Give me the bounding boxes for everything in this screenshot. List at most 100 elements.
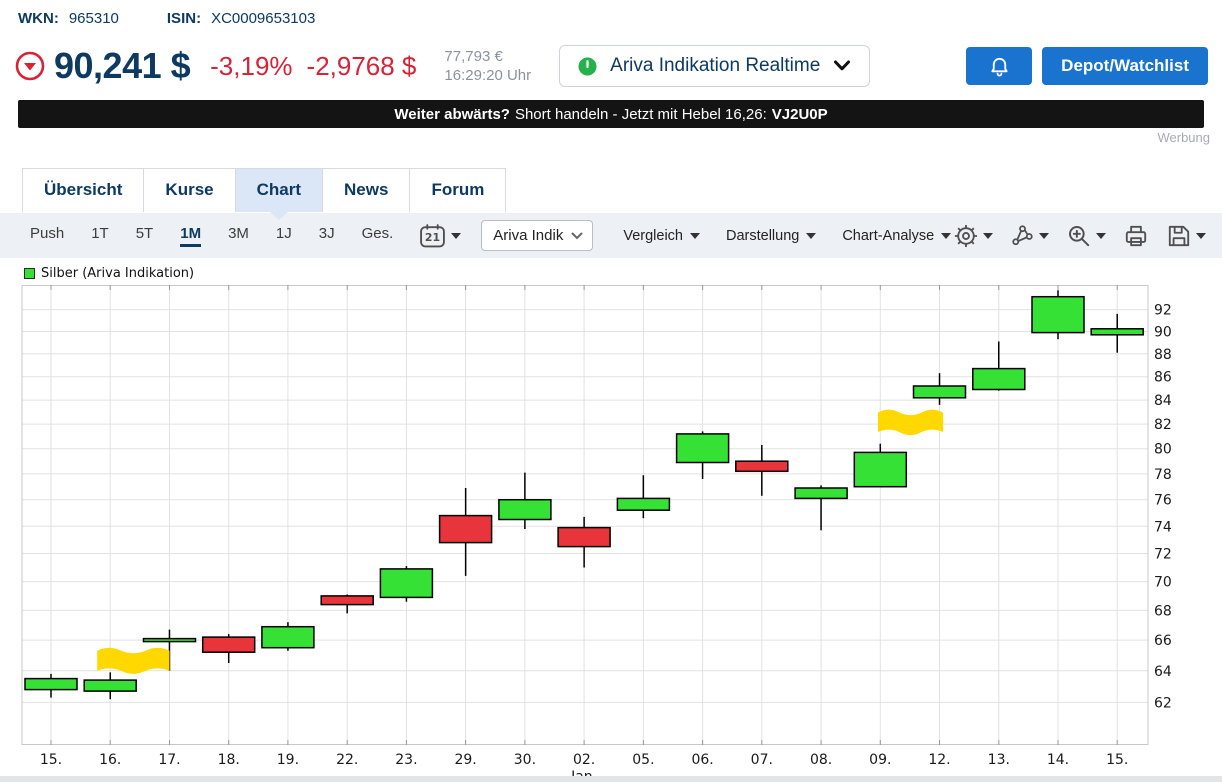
range-push[interactable]: Push — [30, 225, 64, 247]
zoom-in-icon — [1066, 223, 1092, 249]
quote-time: 16:29:20 Uhr — [444, 66, 531, 85]
svg-text:13.: 13. — [988, 752, 1010, 768]
svg-text:70: 70 — [1154, 575, 1172, 591]
svg-text:78: 78 — [1154, 467, 1172, 483]
ad-code: VJ2U0P — [772, 106, 828, 123]
zoom-button[interactable] — [1066, 223, 1106, 249]
svg-text:22.: 22. — [336, 752, 358, 768]
range-1t[interactable]: 1T — [91, 225, 109, 247]
chart-source-select[interactable]: Ariva Indik — [481, 220, 593, 251]
wkn-value: 965310 — [69, 10, 119, 27]
svg-text:30.: 30. — [514, 752, 536, 768]
tab-forum[interactable]: Forum — [409, 168, 506, 212]
dropdown-arrow-icon — [941, 233, 951, 239]
range-1m[interactable]: 1M — [180, 225, 201, 247]
page: WKN: 965310 ISIN: XC0009653103 90,241 $ … — [0, 0, 1222, 782]
wkn-label: WKN: — [18, 10, 59, 27]
quote-source-dropdown[interactable]: Ariva Indikation Realtime — [559, 45, 870, 87]
candle-15. — [25, 674, 77, 698]
chevron-down-icon — [833, 60, 851, 72]
main-tabs: Übersicht Kurse Chart News Forum — [22, 168, 506, 212]
dropdown-arrow-icon — [1096, 233, 1106, 239]
svg-text:84: 84 — [1154, 393, 1172, 409]
network-nodes-icon — [1010, 223, 1035, 248]
y-axis-labels: 62646668707274767880828486889092 — [1154, 303, 1172, 712]
print-button[interactable] — [1123, 223, 1149, 249]
svg-text:06.: 06. — [691, 752, 713, 768]
svg-text:21: 21 — [425, 231, 440, 244]
candle-05. — [617, 475, 669, 518]
header-actions: Depot/Watchlist — [966, 47, 1208, 85]
range-ges[interactable]: Ges. — [362, 225, 394, 247]
tab-kurse[interactable]: Kurse — [143, 168, 235, 212]
indicators-button[interactable] — [1010, 223, 1049, 248]
svg-text:14.: 14. — [1047, 752, 1069, 768]
svg-text:92: 92 — [1154, 303, 1172, 319]
svg-text:23.: 23. — [395, 752, 417, 768]
dropdown-arrow-icon — [983, 233, 993, 239]
range-selector: Push 1T 5T 1M 3M 1J 3J Ges. — [30, 225, 393, 247]
svg-text:17.: 17. — [158, 752, 180, 768]
svg-text:68: 68 — [1154, 603, 1172, 619]
last-price: 90,241 $ — [54, 45, 190, 87]
chart-legend: Silber (Ariva Indikation) — [24, 266, 194, 281]
dropdown-arrow-icon — [1039, 233, 1049, 239]
settings-button[interactable] — [953, 223, 993, 249]
calendar-icon: 21 — [419, 223, 446, 249]
svg-text:74: 74 — [1154, 519, 1172, 535]
svg-text:09.: 09. — [869, 752, 891, 768]
ad-banner[interactable]: Weiter abwärts? Short handeln - Jetzt mi… — [18, 100, 1204, 128]
price-chart[interactable]: 6264666870727476788082848688909215.16.17… — [0, 285, 1222, 782]
isin-label: ISIN: — [167, 10, 201, 27]
chart-toolbar: Push 1T 5T 1M 3M 1J 3J Ges. 21 Ariva Ind… — [0, 213, 1222, 258]
save-button[interactable] — [1166, 223, 1206, 249]
chart-grid — [22, 285, 1148, 745]
eur-quote-time: 77,793 € 16:29:20 Uhr — [444, 47, 531, 85]
range-1j[interactable]: 1J — [276, 225, 292, 247]
svg-text:76: 76 — [1154, 493, 1172, 509]
candle-16. — [84, 672, 136, 699]
alert-bell-button[interactable] — [966, 47, 1032, 85]
marker-highlight — [878, 410, 943, 435]
range-3j[interactable]: 3J — [319, 225, 335, 247]
candle-29. — [440, 488, 492, 576]
svg-text:72: 72 — [1154, 547, 1172, 563]
tab-news[interactable]: News — [322, 168, 410, 212]
range-3m[interactable]: 3M — [228, 225, 249, 247]
svg-text:19.: 19. — [277, 752, 299, 768]
svg-text:29.: 29. — [454, 752, 476, 768]
quote-source-label: Ariva Indikation Realtime — [610, 55, 820, 77]
ad-disclaimer: Werbung — [1157, 130, 1210, 145]
svg-text:90: 90 — [1154, 325, 1172, 341]
svg-text:62: 62 — [1154, 695, 1172, 711]
candle-15. — [1091, 314, 1143, 353]
tab-chart[interactable]: Chart — [235, 168, 323, 212]
tab-uebersicht[interactable]: Übersicht — [22, 168, 144, 212]
change-absolute: -2,9768 $ — [307, 51, 417, 82]
instrument-codes: WKN: 965310 ISIN: XC0009653103 — [18, 10, 315, 27]
svg-text:07.: 07. — [751, 752, 773, 768]
price-eur: 77,793 € — [444, 47, 531, 66]
dropdown-arrow-icon — [451, 233, 461, 239]
svg-text:64: 64 — [1154, 664, 1172, 680]
chevron-down-icon — [571, 232, 583, 240]
candle-07. — [736, 445, 788, 496]
date-range-picker[interactable]: 21 — [419, 223, 461, 249]
menu-chart-analyse[interactable]: Chart-Analyse — [842, 228, 951, 244]
range-5t[interactable]: 5T — [136, 225, 154, 247]
menu-darstellung[interactable]: Darstellung — [726, 228, 816, 244]
svg-text:16.: 16. — [99, 752, 121, 768]
svg-text:82: 82 — [1154, 417, 1172, 433]
change-percent: -3,19% — [210, 51, 292, 82]
svg-text:15.: 15. — [40, 752, 62, 768]
quote-header: 90,241 $ -3,19% -2,9768 $ 77,793 € 16:29… — [14, 40, 1208, 92]
depot-watchlist-button[interactable]: Depot/Watchlist — [1042, 47, 1208, 85]
highlight-annotations — [97, 410, 943, 674]
menu-vergleich[interactable]: Vergleich — [623, 228, 700, 244]
page-bottom-divider — [0, 776, 1222, 782]
legend-label: Silber (Ariva Indikation) — [41, 266, 194, 281]
floppy-disk-icon — [1166, 223, 1192, 249]
candle-02. — [558, 517, 610, 568]
isin-value: XC0009653103 — [211, 10, 315, 27]
dropdown-arrow-icon — [1196, 233, 1206, 239]
